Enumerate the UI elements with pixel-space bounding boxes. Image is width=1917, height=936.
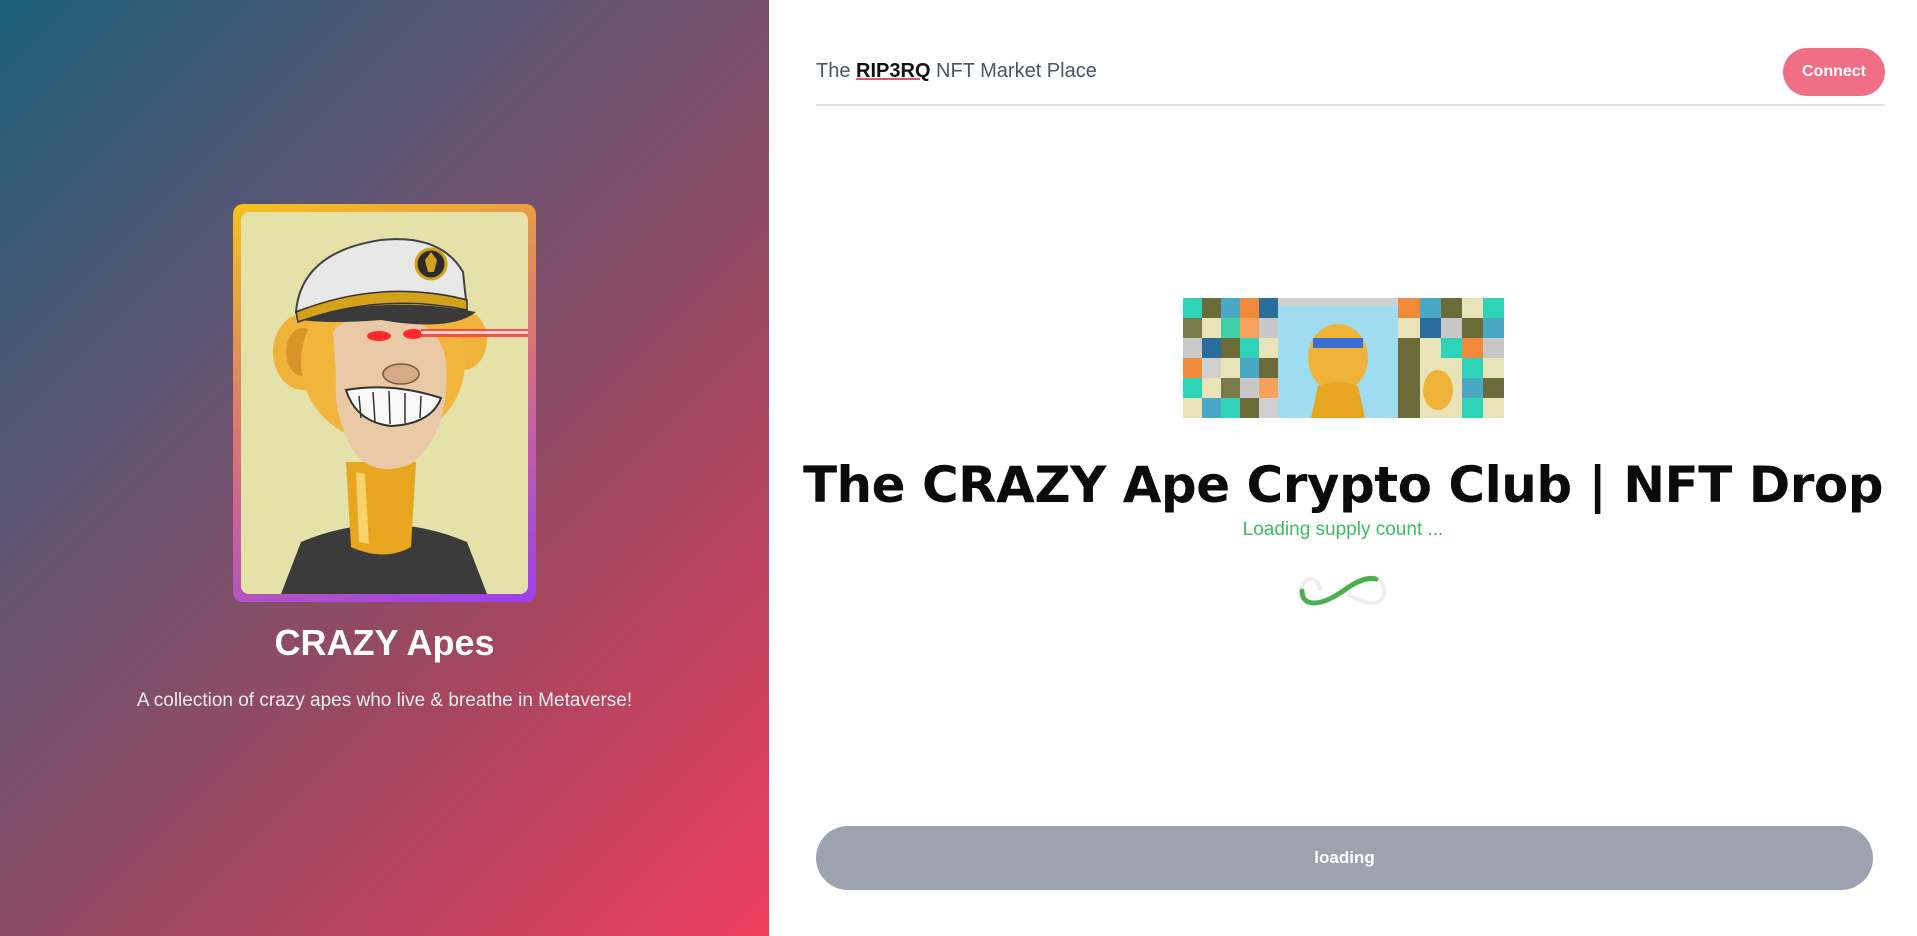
brand-prefix: The (816, 60, 857, 82)
drop-title: The CRAZY Ape Crypto Club | NFT Drop (802, 456, 1884, 514)
collection-panel: CRAZY Apes A collection of crazy apes wh… (0, 0, 769, 936)
mint-loading-button[interactable]: loading (816, 826, 1873, 890)
header: The RIP3RQ NFT Market Place Connect (816, 46, 1885, 106)
collection-banner-image (1183, 298, 1504, 418)
supply-status: Loading supply count ... (1242, 519, 1444, 540)
ape-image (241, 212, 528, 594)
collection-description: A collection of crazy apes who live & br… (136, 690, 633, 711)
nft-preview-card (233, 204, 536, 602)
infinity-spinner-icon (1298, 569, 1388, 618)
mint-panel: The RIP3RQ NFT Market Place Connect The … (769, 0, 1917, 936)
brand-mark: RIP3RQ (856, 60, 931, 82)
brand-title[interactable]: The RIP3RQ NFT Market Place (816, 60, 1097, 83)
connect-button[interactable]: Connect (1783, 48, 1885, 96)
brand-suffix: NFT Market Place (930, 60, 1097, 82)
collection-title: CRAZY Apes (274, 622, 495, 663)
